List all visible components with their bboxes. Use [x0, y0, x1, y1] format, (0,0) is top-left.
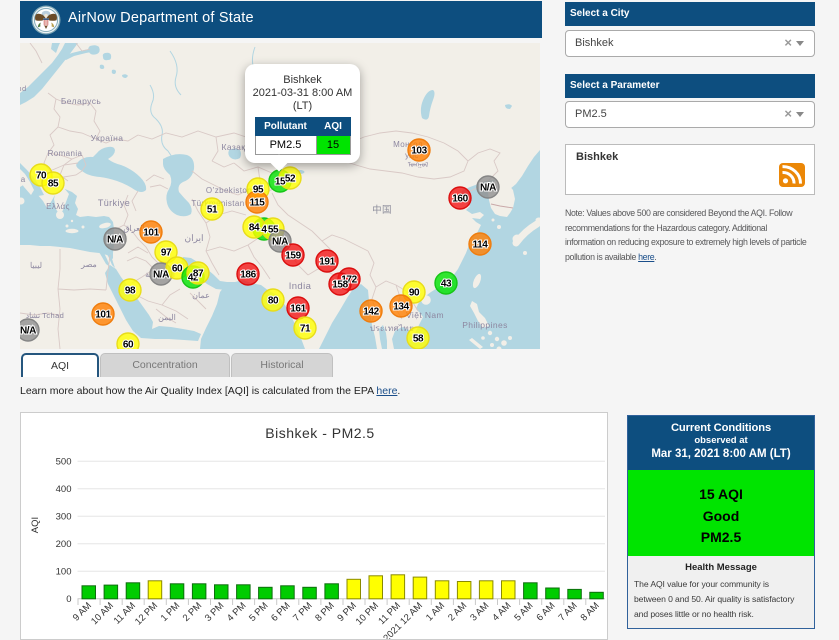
svg-text:200: 200: [56, 539, 72, 550]
svg-text:161: 161: [290, 304, 306, 315]
svg-text:191: 191: [319, 257, 335, 268]
svg-text:Україна: Україна: [91, 133, 124, 143]
svg-text:80: 80: [268, 296, 279, 307]
svg-text:4 PM: 4 PM: [225, 600, 249, 624]
svg-text:158: 158: [332, 280, 348, 291]
svg-text:عمان: عمان: [192, 291, 210, 300]
svg-text:N/A: N/A: [20, 326, 36, 337]
svg-text:51: 51: [207, 205, 218, 216]
svg-text:中国: 中国: [372, 204, 392, 216]
svg-text:90: 90: [409, 288, 420, 299]
svg-text:101: 101: [143, 228, 159, 239]
svg-text:ایران: ایران: [184, 233, 203, 244]
svg-text:0: 0: [66, 594, 71, 605]
svg-text:تشاد Tchad: تشاد Tchad: [26, 311, 65, 320]
svg-text:8 PM: 8 PM: [313, 600, 337, 624]
svg-text:58: 58: [413, 334, 424, 345]
svg-text:300: 300: [56, 511, 72, 522]
svg-text:مصر: مصر: [80, 260, 97, 269]
svg-text:60: 60: [172, 264, 183, 275]
svg-text:400: 400: [56, 484, 72, 495]
svg-text:55: 55: [268, 225, 279, 236]
svg-text:186: 186: [240, 270, 256, 281]
svg-text:AQI: AQI: [30, 517, 41, 533]
svg-text:7 PM: 7 PM: [291, 600, 315, 624]
svg-text:2 PM: 2 PM: [181, 600, 205, 624]
svg-text:ليبيا: ليبيا: [30, 261, 42, 270]
svg-text:84: 84: [249, 223, 260, 234]
svg-text:101: 101: [95, 310, 111, 321]
svg-text:N/A: N/A: [153, 270, 169, 281]
svg-text:4: 4: [261, 225, 267, 236]
svg-text:10 AM: 10 AM: [89, 600, 116, 627]
svg-text:134: 134: [393, 302, 409, 313]
svg-text:3 AM: 3 AM: [468, 600, 491, 623]
svg-text:160: 160: [452, 194, 468, 205]
svg-text:71: 71: [300, 324, 311, 335]
svg-text:5 PM: 5 PM: [247, 600, 271, 624]
svg-text:12 PM: 12 PM: [133, 600, 160, 627]
svg-text:4 AM: 4 AM: [490, 600, 513, 623]
svg-text:N/A: N/A: [480, 183, 496, 194]
svg-text:Philippines: Philippines: [462, 320, 508, 330]
svg-text:2 AM: 2 AM: [446, 600, 469, 623]
svg-text:Ελλάς: Ελλάς: [46, 202, 70, 211]
svg-text:159: 159: [285, 251, 301, 262]
svg-text:87: 87: [193, 269, 204, 280]
svg-text:6 AM: 6 AM: [534, 600, 557, 623]
svg-text:114: 114: [473, 240, 489, 251]
svg-text:10 PM: 10 PM: [354, 600, 381, 627]
svg-text:100: 100: [56, 566, 72, 577]
svg-text:70: 70: [36, 171, 47, 182]
svg-text:O’zbekiston: O’zbekiston: [206, 186, 252, 195]
svg-text:Italia: Italia: [20, 175, 26, 184]
svg-text:5 AM: 5 AM: [512, 600, 535, 623]
svg-text:500: 500: [56, 456, 72, 467]
svg-text:N/A: N/A: [107, 235, 123, 246]
svg-text:7 AM: 7 AM: [557, 600, 580, 623]
svg-text:India: India: [289, 281, 312, 292]
svg-text:Беларусь: Беларусь: [61, 96, 102, 106]
svg-text:115: 115: [250, 198, 266, 209]
svg-text:98: 98: [125, 286, 136, 297]
svg-text:60: 60: [123, 340, 134, 350]
svg-text:43: 43: [441, 279, 452, 290]
svg-text:1 PM: 1 PM: [159, 600, 183, 624]
svg-text:85: 85: [48, 179, 59, 190]
svg-text:ᠮᠣᠩᠭᠣᠯ: ᠮᠣᠩᠭᠣᠯ: [408, 161, 429, 169]
svg-text:nd: nd: [20, 84, 27, 93]
svg-text:52: 52: [285, 174, 296, 185]
svg-text:3 PM: 3 PM: [203, 600, 227, 624]
svg-text:8 AM: 8 AM: [579, 600, 602, 623]
svg-text:103: 103: [411, 146, 427, 157]
svg-text:97: 97: [161, 248, 172, 259]
svg-text:N/A: N/A: [272, 237, 288, 248]
svg-text:95: 95: [253, 185, 264, 196]
svg-text:11 AM: 11 AM: [112, 600, 138, 626]
svg-text:6 PM: 6 PM: [269, 600, 293, 624]
svg-text:ประเทศไทย: ประเทศไทย: [370, 324, 414, 333]
svg-text:Romania: Romania: [48, 149, 83, 158]
svg-text:1 AM: 1 AM: [424, 600, 447, 623]
svg-text:Türkiye: Türkiye: [98, 198, 130, 208]
svg-text:142: 142: [363, 307, 379, 318]
svg-text:اليمن: اليمن: [158, 313, 176, 322]
svg-text:Việt Nam: Việt Nam: [406, 310, 444, 320]
